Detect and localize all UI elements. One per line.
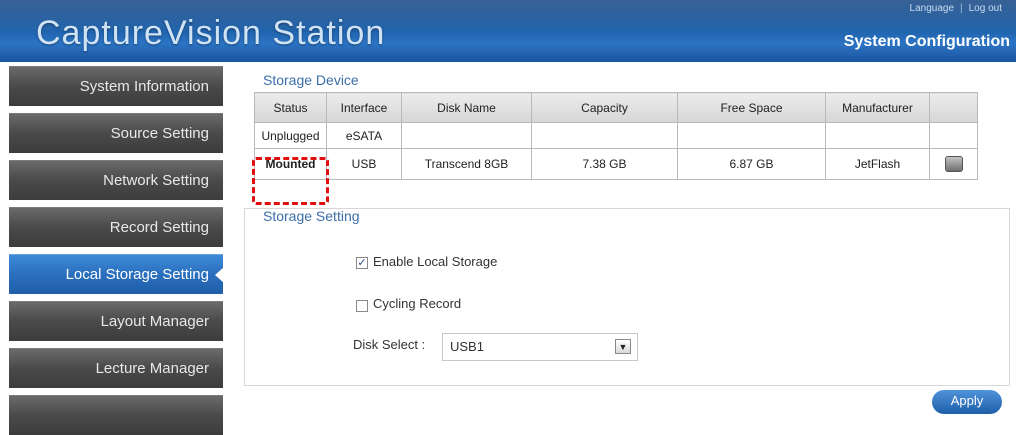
col-status: Status <box>254 92 327 123</box>
disk-select-value: USB1 <box>450 339 484 354</box>
mounted-highlight-annotation <box>252 157 329 205</box>
enable-local-storage-label: Enable Local Storage <box>373 254 498 269</box>
sidebar-item-label: Local Storage Setting <box>65 266 209 283</box>
disk-select-label: Disk Select : <box>353 337 426 352</box>
sidebar: System Information Source Setting Networ… <box>0 62 230 435</box>
table-row: Unplugged eSATA <box>254 122 978 149</box>
col-disk-name: Disk Name <box>401 92 532 123</box>
chevron-down-icon[interactable]: ▼ <box>615 339 631 354</box>
apply-button[interactable]: Apply <box>932 390 1002 414</box>
sidebar-item-source-setting[interactable]: Source Setting <box>9 113 223 153</box>
sidebar-item-network-setting[interactable]: Network Setting <box>9 160 223 200</box>
cell-capacity: 7.38 GB <box>531 148 678 180</box>
app-title: CaptureVision Station <box>36 14 386 52</box>
eject-disk-icon[interactable] <box>944 156 963 172</box>
cell-status: Unplugged <box>254 122 327 149</box>
disk-select-dropdown[interactable]: USB1 ▼ <box>442 333 638 361</box>
storage-device-table: Status Interface Disk Name Capacity Free… <box>254 92 978 180</box>
cell-interface: USB <box>326 148 402 180</box>
col-free-space: Free Space <box>677 92 826 123</box>
cell-action <box>929 122 978 149</box>
sidebar-item-lecture-manager[interactable]: Lecture Manager <box>9 348 223 388</box>
col-action <box>929 92 978 123</box>
cycling-record-label: Cycling Record <box>373 296 462 311</box>
storage-device-title: Storage Device <box>263 72 359 88</box>
col-interface: Interface <box>326 92 402 123</box>
language-link[interactable]: Language <box>910 3 955 14</box>
col-manufacturer: Manufacturer <box>825 92 930 123</box>
active-pointer-icon <box>215 267 224 283</box>
cell-interface: eSATA <box>326 122 402 149</box>
cell-action <box>929 148 978 180</box>
app-header: CaptureVision Station Language | Log out S… <box>0 0 1016 62</box>
col-capacity: Capacity <box>531 92 678 123</box>
cell-free-space: 6.87 GB <box>677 148 826 180</box>
cell-free-space <box>677 122 826 149</box>
logout-link[interactable]: Log out <box>969 3 1002 14</box>
cell-manufacturer <box>825 122 930 149</box>
cell-manufacturer: JetFlash <box>825 148 930 180</box>
cell-disk-name <box>401 122 532 149</box>
page-title: System Configuration <box>843 33 1010 50</box>
link-separator: | <box>960 3 963 14</box>
sidebar-item-local-storage-setting[interactable]: Local Storage Setting <box>9 254 224 294</box>
sidebar-item-layout-manager[interactable]: Layout Manager <box>9 301 223 341</box>
table-header-row: Status Interface Disk Name Capacity Free… <box>254 92 978 123</box>
cell-capacity <box>531 122 678 149</box>
sidebar-item-record-setting[interactable]: Record Setting <box>9 207 223 247</box>
cell-disk-name: Transcend 8GB <box>401 148 532 180</box>
main-content: Storage Device Status Interface Disk Nam… <box>244 66 1010 407</box>
cycling-record-checkbox[interactable] <box>356 300 368 312</box>
top-links: Language | Log out <box>910 3 1002 14</box>
sidebar-item-system-information[interactable]: System Information <box>9 66 223 106</box>
enable-local-storage-checkbox[interactable]: ✓ <box>356 257 368 269</box>
sidebar-item-partial[interactable] <box>9 395 223 435</box>
table-row: Mounted USB Transcend 8GB 7.38 GB 6.87 G… <box>254 148 978 180</box>
storage-setting-title: Storage Setting <box>263 208 360 224</box>
